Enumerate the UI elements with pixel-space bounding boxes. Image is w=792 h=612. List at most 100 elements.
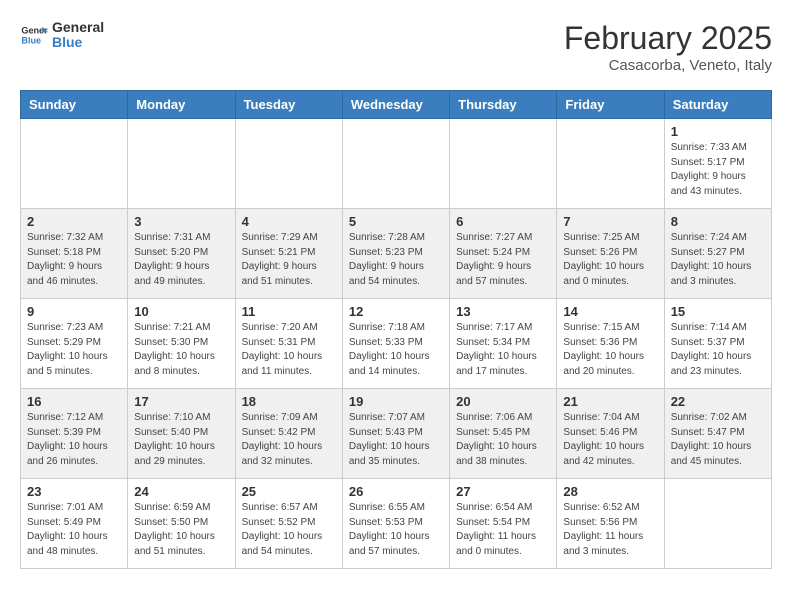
day-info: Sunrise: 7:15 AM Sunset: 5:36 PM Dayligh…	[563, 321, 657, 379]
calendar-cell: 27Sunrise: 6:54 AM Sunset: 5:54 PM Dayli…	[450, 479, 557, 569]
day-number: 8	[671, 214, 765, 229]
calendar-cell	[21, 119, 128, 209]
day-info: Sunrise: 7:04 AM Sunset: 5:46 PM Dayligh…	[563, 411, 657, 469]
calendar-cell	[557, 119, 664, 209]
logo-icon: General Blue	[20, 21, 48, 49]
calendar-cell: 18 Sunrise: 7:09 AM Sunset: 5:42 PM Dayli…	[235, 389, 342, 479]
day-info: Sunrise: 6:57 AM Sunset: 5:52 PM Dayligh…	[242, 501, 336, 559]
day-info: Sunrise: 7:29 AM Sunset: 5:21 PM Dayligh…	[242, 231, 336, 289]
calendar-cell: 24 Sunrise: 6:59 AM Sunset: 5:50 PM Dayli…	[128, 479, 235, 569]
calendar-cell: 25 Sunrise: 6:57 AM Sunset: 5:52 PM Dayli…	[235, 479, 342, 569]
day-info: Sunrise: 7:25 AM Sunset: 5:26 PM Dayligh…	[563, 231, 657, 289]
day-number: 27	[456, 484, 550, 499]
calendar-cell: 14 Sunrise: 7:15 AM Sunset: 5:36 PM Dayli…	[557, 299, 664, 389]
day-number: 25	[242, 484, 336, 499]
day-info: Sunrise: 7:01 AM Sunset: 5:49 PM Dayligh…	[27, 501, 121, 559]
weekday-header-friday: Friday	[557, 91, 664, 119]
day-number: 15	[671, 304, 765, 319]
day-info: Sunrise: 7:14 AM Sunset: 5:37 PM Dayligh…	[671, 321, 765, 379]
calendar-cell: 5 Sunrise: 7:28 AM Sunset: 5:23 PM Daylig…	[342, 209, 449, 299]
calendar-table: SundayMondayTuesdayWednesdayThursdayFrid…	[20, 90, 772, 569]
day-info: Sunrise: 7:32 AM Sunset: 5:18 PM Dayligh…	[27, 231, 121, 289]
calendar-cell: 9 Sunrise: 7:23 AM Sunset: 5:29 PM Daylig…	[21, 299, 128, 389]
calendar-cell	[235, 119, 342, 209]
day-info: Sunrise: 7:10 AM Sunset: 5:40 PM Dayligh…	[134, 411, 228, 469]
month-title: February 2025	[564, 20, 772, 57]
calendar-cell	[450, 119, 557, 209]
calendar-cell	[128, 119, 235, 209]
day-number: 26	[349, 484, 443, 499]
calendar-cell: 2 Sunrise: 7:32 AM Sunset: 5:18 PM Daylig…	[21, 209, 128, 299]
location: Casacorba, Veneto, Italy	[564, 57, 772, 74]
day-number: 7	[563, 214, 657, 229]
day-number: 18	[242, 394, 336, 409]
day-info: Sunrise: 7:31 AM Sunset: 5:20 PM Dayligh…	[134, 231, 228, 289]
day-number: 13	[456, 304, 550, 319]
day-info: Sunrise: 7:07 AM Sunset: 5:43 PM Dayligh…	[349, 411, 443, 469]
week-row-3: 9 Sunrise: 7:23 AM Sunset: 5:29 PM Daylig…	[21, 299, 772, 389]
day-number: 24	[134, 484, 228, 499]
day-info: Sunrise: 7:23 AM Sunset: 5:29 PM Dayligh…	[27, 321, 121, 379]
day-number: 17	[134, 394, 228, 409]
calendar-cell: 4 Sunrise: 7:29 AM Sunset: 5:21 PM Daylig…	[235, 209, 342, 299]
day-number: 3	[134, 214, 228, 229]
day-info: Sunrise: 7:21 AM Sunset: 5:30 PM Dayligh…	[134, 321, 228, 379]
calendar-cell: 3 Sunrise: 7:31 AM Sunset: 5:20 PM Daylig…	[128, 209, 235, 299]
calendar-cell: 7 Sunrise: 7:25 AM Sunset: 5:26 PM Daylig…	[557, 209, 664, 299]
calendar-cell	[664, 479, 771, 569]
day-number: 20	[456, 394, 550, 409]
day-info: Sunrise: 7:02 AM Sunset: 5:47 PM Dayligh…	[671, 411, 765, 469]
day-number: 6	[456, 214, 550, 229]
day-info: Sunrise: 7:12 AM Sunset: 5:39 PM Dayligh…	[27, 411, 121, 469]
day-info: Sunrise: 7:28 AM Sunset: 5:23 PM Dayligh…	[349, 231, 443, 289]
day-info: Sunrise: 7:09 AM Sunset: 5:42 PM Dayligh…	[242, 411, 336, 469]
day-number: 11	[242, 304, 336, 319]
day-number: 28	[563, 484, 657, 499]
day-number: 16	[27, 394, 121, 409]
day-number: 1	[671, 124, 765, 139]
calendar-cell: 21Sunrise: 7:04 AM Sunset: 5:46 PM Dayli…	[557, 389, 664, 479]
day-number: 12	[349, 304, 443, 319]
weekday-header-saturday: Saturday	[664, 91, 771, 119]
day-info: Sunrise: 6:52 AM Sunset: 5:56 PM Dayligh…	[563, 501, 657, 559]
logo-blue: Blue	[52, 35, 104, 50]
day-info: Sunrise: 6:55 AM Sunset: 5:53 PM Dayligh…	[349, 501, 443, 559]
day-number: 14	[563, 304, 657, 319]
calendar-cell: 11Sunrise: 7:20 AM Sunset: 5:31 PM Dayli…	[235, 299, 342, 389]
svg-text:Blue: Blue	[21, 36, 41, 46]
weekday-header-thursday: Thursday	[450, 91, 557, 119]
day-info: Sunrise: 7:17 AM Sunset: 5:34 PM Dayligh…	[456, 321, 550, 379]
calendar-cell: 28 Sunrise: 6:52 AM Sunset: 5:56 PM Dayli…	[557, 479, 664, 569]
day-number: 10	[134, 304, 228, 319]
calendar-cell: 12 Sunrise: 7:18 AM Sunset: 5:33 PM Dayli…	[342, 299, 449, 389]
calendar-cell: 15 Sunrise: 7:14 AM Sunset: 5:37 PM Dayli…	[664, 299, 771, 389]
day-info: Sunrise: 7:27 AM Sunset: 5:24 PM Dayligh…	[456, 231, 550, 289]
title-block: February 2025 Casacorba, Veneto, Italy	[564, 20, 772, 74]
logo: General Blue General Blue	[20, 20, 104, 51]
day-number: 23	[27, 484, 121, 499]
calendar-cell: 26 Sunrise: 6:55 AM Sunset: 5:53 PM Dayli…	[342, 479, 449, 569]
weekday-header-wednesday: Wednesday	[342, 91, 449, 119]
day-number: 2	[27, 214, 121, 229]
week-row-1: 1Sunrise: 7:33 AM Sunset: 5:17 PM Daylig…	[21, 119, 772, 209]
weekday-header-sunday: Sunday	[21, 91, 128, 119]
calendar-cell: 10 Sunrise: 7:21 AM Sunset: 5:30 PM Dayli…	[128, 299, 235, 389]
calendar-cell: 23 Sunrise: 7:01 AM Sunset: 5:49 PM Dayli…	[21, 479, 128, 569]
weekday-header-tuesday: Tuesday	[235, 91, 342, 119]
day-number: 22	[671, 394, 765, 409]
day-info: Sunrise: 7:18 AM Sunset: 5:33 PM Dayligh…	[349, 321, 443, 379]
day-number: 9	[27, 304, 121, 319]
calendar-cell: 17 Sunrise: 7:10 AM Sunset: 5:40 PM Dayli…	[128, 389, 235, 479]
calendar-cell: 8Sunrise: 7:24 AM Sunset: 5:27 PM Daylig…	[664, 209, 771, 299]
calendar-cell: 20 Sunrise: 7:06 AM Sunset: 5:45 PM Dayli…	[450, 389, 557, 479]
day-info: Sunrise: 7:06 AM Sunset: 5:45 PM Dayligh…	[456, 411, 550, 469]
calendar-cell: 13 Sunrise: 7:17 AM Sunset: 5:34 PM Dayli…	[450, 299, 557, 389]
day-number: 5	[349, 214, 443, 229]
week-row-2: 2 Sunrise: 7:32 AM Sunset: 5:18 PM Daylig…	[21, 209, 772, 299]
calendar-cell: 6 Sunrise: 7:27 AM Sunset: 5:24 PM Daylig…	[450, 209, 557, 299]
day-info: Sunrise: 6:59 AM Sunset: 5:50 PM Dayligh…	[134, 501, 228, 559]
page-header: General Blue General Blue February 2025 …	[20, 20, 772, 74]
weekday-header-monday: Monday	[128, 91, 235, 119]
day-number: 4	[242, 214, 336, 229]
day-number: 19	[349, 394, 443, 409]
